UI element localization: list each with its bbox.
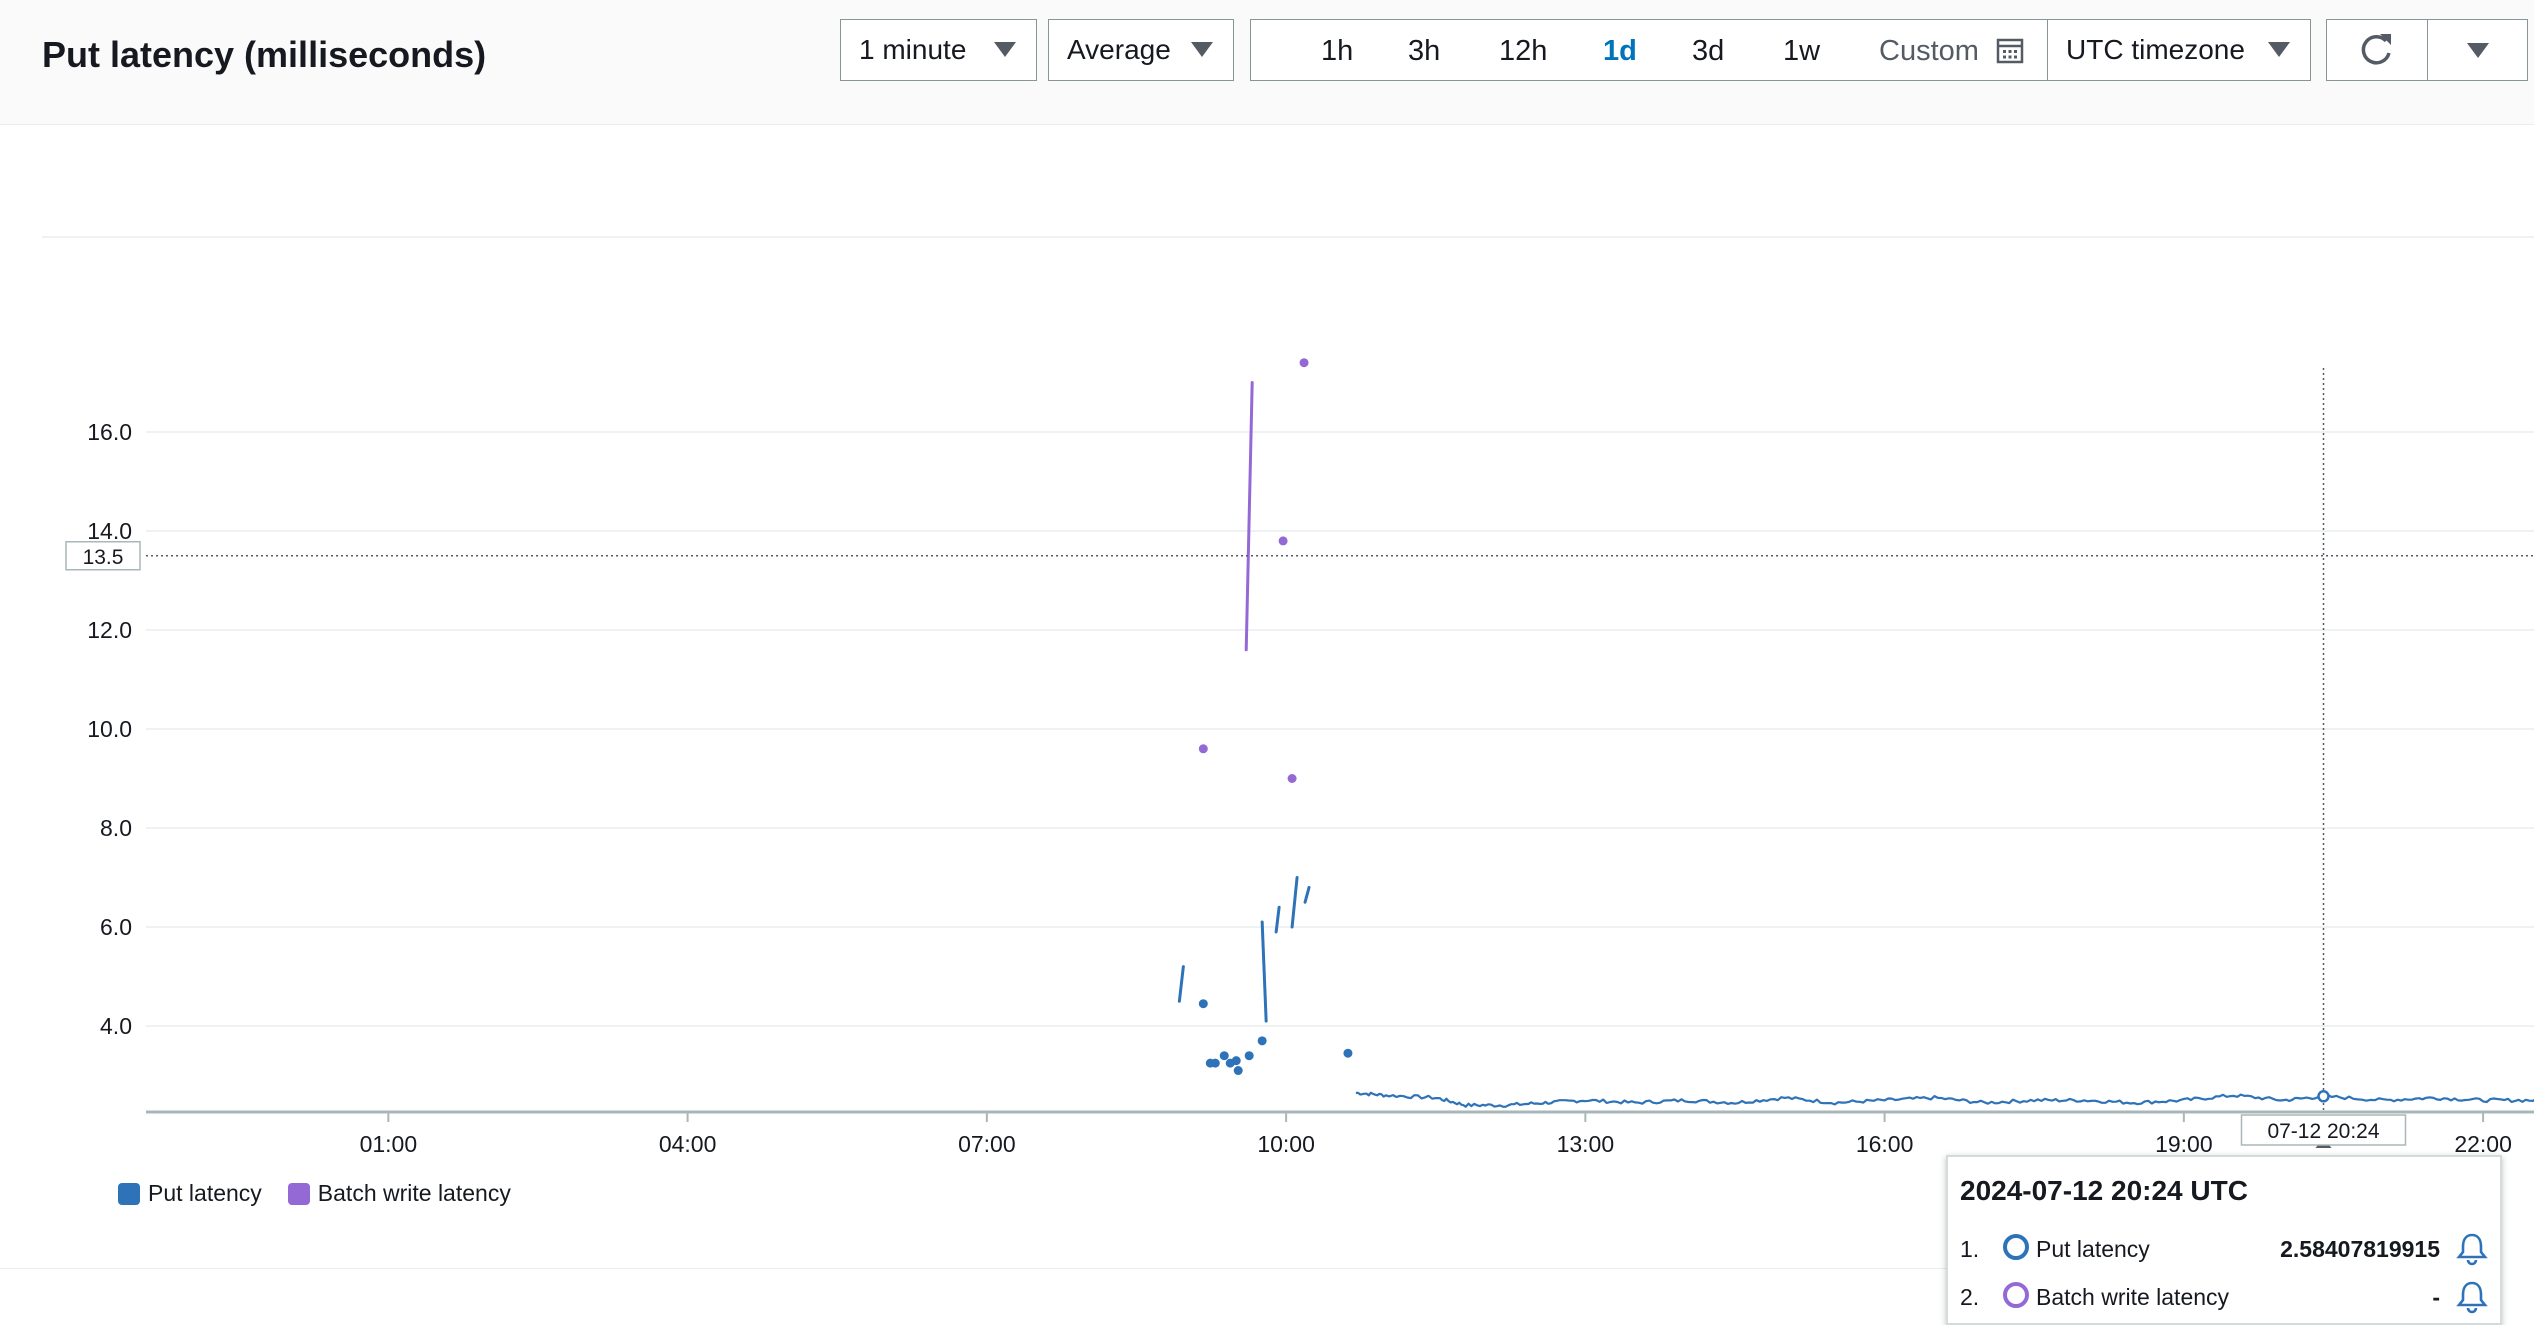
- y-tick-label: 16.0: [87, 419, 132, 445]
- series-line-segment: [1260, 920, 1268, 1023]
- period-label: 1 minute: [859, 34, 967, 65]
- chevron-down-icon: [994, 42, 1016, 57]
- y-tick-label: 6.0: [100, 914, 132, 940]
- x-tick-label: 07:00: [958, 1131, 1016, 1157]
- legend-swatch: [287, 1182, 310, 1205]
- data-point: [1198, 744, 1208, 754]
- calendar-icon[interactable]: [1996, 36, 2024, 64]
- series-put-latency: [1177, 876, 2534, 1108]
- tooltip-row-label: Put latency: [2036, 1236, 2150, 1262]
- tooltip-row-put-latency: 1. Put latency 2.58407819915: [1960, 1230, 2500, 1266]
- y-tick-label: 14.0: [87, 518, 132, 544]
- y-tick-label: 4.0: [100, 1013, 132, 1039]
- range-1w[interactable]: 1w: [1783, 35, 1820, 68]
- grid-lines: [146, 431, 2534, 1027]
- tooltip-row-batch-write-latency: 2. Batch write latency -: [1960, 1278, 2500, 1314]
- legend-label: Put latency: [148, 1180, 262, 1206]
- x-axis-ticks: 01:00 04:00 07:00 10:00 13:00 16:00 19:00 22:00: [360, 1112, 2512, 1157]
- data-point: [1278, 536, 1288, 546]
- widget-title: Put latency (milliseconds): [42, 34, 487, 75]
- statistic-dropdown[interactable]: Average: [1048, 19, 1234, 81]
- series-line-segment: [1177, 965, 1185, 1003]
- crosshair: 13.5 07-12 20:24: [65, 368, 2534, 1148]
- timezone-dropdown[interactable]: UTC timezone: [2047, 19, 2311, 81]
- widget-bottom-border: [0, 1268, 1946, 1269]
- refresh-button[interactable]: [2326, 19, 2428, 81]
- statistic-label: Average: [1067, 34, 1171, 65]
- range-3h[interactable]: 3h: [1408, 35, 1440, 68]
- series-line: [1355, 1091, 2534, 1108]
- chevron-down-icon: [2467, 43, 2489, 58]
- crosshair-x-label: 07-12 20:24: [2267, 1120, 2379, 1143]
- series-line-segment: [1303, 885, 1311, 904]
- chevron-down-icon: [2268, 42, 2290, 57]
- tooltip-title: 2024-07-12 20:24 UTC: [1960, 1175, 2248, 1206]
- chart-series: [1177, 358, 2534, 1108]
- x-tick-label: 10:00: [1257, 1131, 1315, 1157]
- data-point: [1219, 1051, 1229, 1061]
- data-point: [1299, 358, 1309, 368]
- data-point: [1233, 1066, 1243, 1076]
- series-circle-icon: [2003, 1282, 2029, 1308]
- tooltip-row-value: 2.58407819915: [2280, 1236, 2440, 1262]
- y-tick-label: 12.0: [87, 617, 132, 643]
- data-point: [1257, 1036, 1267, 1046]
- actions-menu-button[interactable]: [2427, 19, 2528, 81]
- series-circle-icon: [2003, 1234, 2029, 1260]
- data-point: [1210, 1058, 1220, 1068]
- refresh-icon: [2361, 34, 2391, 65]
- x-tick-label: 22:00: [2454, 1131, 2512, 1157]
- create-alarm-bell-icon[interactable]: [2454, 1230, 2490, 1266]
- data-point: [1244, 1051, 1254, 1061]
- time-range-selector: 1h 3h 12h 1d 3d 1w Custom: [1250, 19, 2048, 81]
- chart-plot: 4.0 6.0 8.0 10.0 12.0 14.0 16.0 01:00 04:00 07:0…: [42, 236, 2534, 1157]
- legend-item-batch-write-latency[interactable]: Batch write latency: [287, 1180, 511, 1207]
- tooltip-row-label: Batch write latency: [2036, 1284, 2230, 1310]
- x-tick-label: 01:00: [360, 1131, 418, 1157]
- range-1d[interactable]: 1d: [1603, 35, 1637, 68]
- legend-label: Batch write latency: [317, 1180, 511, 1206]
- x-tick-label: 13:00: [1557, 1131, 1615, 1157]
- range-12h[interactable]: 12h: [1499, 35, 1547, 68]
- range-3d[interactable]: 3d: [1692, 35, 1724, 68]
- x-tick-label: 19:00: [2155, 1131, 2213, 1157]
- data-point: [1198, 999, 1208, 1009]
- range-custom[interactable]: Custom: [1879, 35, 1979, 68]
- series-batch-write-latency: [1198, 358, 1309, 783]
- chart-legend: Put latency Batch write latency: [118, 1180, 537, 1207]
- tooltip-row-index: 2.: [1960, 1284, 1980, 1310]
- y-tick-label: 10.0: [87, 716, 132, 742]
- period-dropdown[interactable]: 1 minute: [840, 19, 1037, 81]
- widget-header: Put latency (milliseconds) 1 minute Aver…: [0, 0, 2534, 125]
- series-line-segment: [1244, 381, 1254, 652]
- data-point: [1231, 1056, 1241, 1066]
- legend-item-put-latency[interactable]: Put latency: [118, 1180, 262, 1207]
- x-tick-label: 04:00: [659, 1131, 717, 1157]
- tooltip-row-value: -: [2432, 1284, 2440, 1310]
- data-point: [1343, 1048, 1353, 1058]
- crosshair-y-label: 13.5: [83, 546, 124, 569]
- legend-swatch: [118, 1182, 140, 1205]
- create-alarm-bell-icon[interactable]: [2454, 1278, 2490, 1314]
- series-line-segment: [1290, 876, 1299, 929]
- series-line-segment: [1274, 905, 1281, 934]
- timezone-label: UTC timezone: [2066, 34, 2245, 65]
- y-axis-ticks: 4.0 6.0 8.0 10.0 12.0 14.0 16.0: [87, 419, 132, 1039]
- range-1h[interactable]: 1h: [1321, 35, 1353, 68]
- crosshair-point-marker: [2317, 1090, 2330, 1103]
- datapoint-tooltip: 2024-07-12 20:24 UTC 1. Put latency 2.58…: [1946, 1155, 2502, 1325]
- data-point: [1287, 774, 1297, 783]
- chevron-down-icon: [1191, 42, 1213, 57]
- y-tick-label: 8.0: [100, 815, 132, 841]
- tooltip-row-index: 1.: [1960, 1236, 1980, 1262]
- x-tick-label: 16:00: [1856, 1131, 1914, 1157]
